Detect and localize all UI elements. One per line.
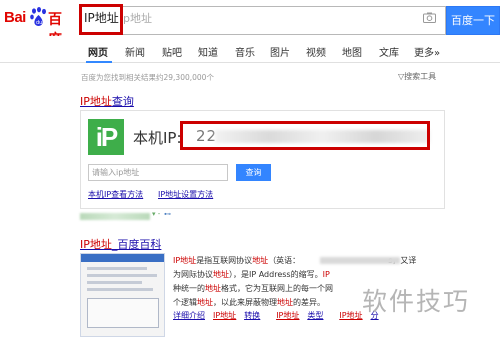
result-url-redacted — [80, 213, 150, 220]
paw-icon: du — [30, 7, 46, 27]
search-button[interactable]: 百度一下 — [446, 6, 500, 35]
desc-line: 为网际协议地址），是IP Address的缩写。IP — [173, 270, 330, 279]
thumb-row — [87, 274, 157, 277]
tab-map[interactable]: 地图 — [342, 44, 362, 59]
link-ip-settings[interactable]: IP地址设置方法 — [158, 189, 213, 200]
link-ip-convert[interactable]: IP地址 转换 — [213, 311, 268, 320]
tab-zhidao[interactable]: 知道 — [198, 44, 218, 59]
result-count: 百度为您找到相关结果约29,300,000个 — [81, 73, 214, 82]
tab-music[interactable]: 音乐 — [235, 44, 255, 59]
tab-images[interactable]: 图片 — [270, 44, 290, 59]
url-dropdown-icon[interactable]: ▾ - — [152, 210, 160, 218]
search-tools-link[interactable]: ▽搜索工具 — [398, 71, 436, 82]
annotation-box-query — [79, 4, 123, 35]
thumb-row — [87, 281, 142, 284]
thumb-titlebar — [81, 254, 164, 262]
tab-more[interactable]: 更多» — [414, 44, 440, 59]
baidu-logo[interactable]: Bai du 百度 — [4, 7, 72, 48]
tab-active-underline — [86, 61, 112, 63]
redacted-text — [320, 257, 400, 264]
desc-line: 种统一的地址格式，它为互联网上的每一个网 — [173, 284, 333, 293]
ip-query-button[interactable]: 查询 — [236, 164, 271, 181]
tab-tieba[interactable]: 贴吧 — [162, 44, 182, 59]
nav-tabs: 网页 新闻 贴吧 知道 音乐 图片 视频 地图 文库 更多» — [0, 36, 500, 63]
logo-text-bai: Bai — [4, 9, 26, 26]
svg-text:du: du — [36, 20, 42, 26]
baike-thumbnail[interactable] — [80, 253, 165, 337]
search-ghost-text: ip地址 — [120, 12, 153, 25]
tab-video[interactable]: 视频 — [306, 44, 326, 59]
ip-logo-icon: iP — [88, 119, 124, 155]
thumb-dialog — [87, 298, 159, 328]
link-ip-type[interactable]: IP地址 类型 — [276, 311, 331, 320]
thumb-row — [87, 288, 153, 291]
link-view-local-ip[interactable]: 本机IP查看方法 — [88, 189, 143, 200]
local-ip-label: 本机IP: — [133, 129, 182, 147]
tab-web[interactable]: 网页 — [88, 44, 108, 59]
watermark-text: 软件技巧 — [362, 287, 471, 316]
link-detail[interactable]: 详细介绍 — [173, 311, 205, 320]
result-title-ip-query[interactable]: IP地址查询 — [80, 93, 134, 109]
ip-input-field[interactable]: 请输入ip地址 — [88, 164, 228, 181]
camera-icon[interactable] — [423, 12, 436, 23]
tab-wenku[interactable]: 文库 — [379, 44, 399, 59]
thumb-row — [87, 267, 147, 270]
tab-news[interactable]: 新闻 — [125, 44, 145, 59]
snapshot-icon[interactable]: ⊷ — [164, 210, 171, 218]
desc-line: 个逻辑地址，以此来屏蔽物理地址的差异。 — [173, 298, 325, 307]
result-title-baike[interactable]: IP地址_百度百科 — [80, 236, 161, 252]
annotation-box-ip — [180, 121, 430, 150]
